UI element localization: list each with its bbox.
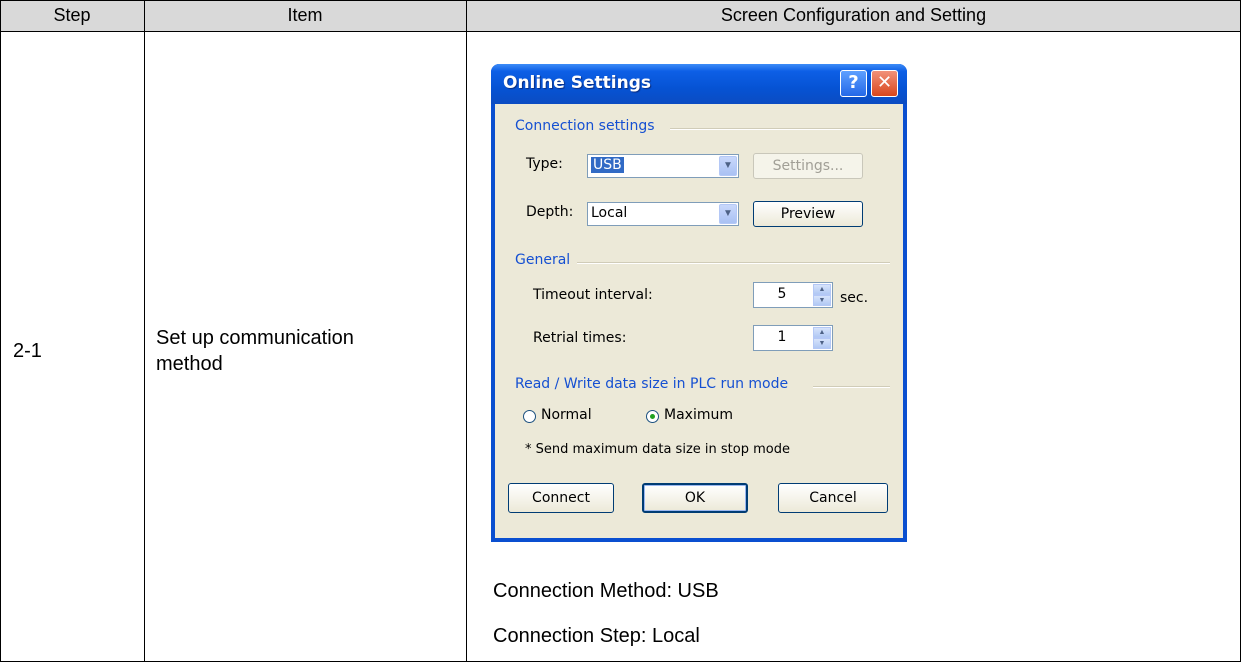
header-screen-config: Screen Configuration and Setting — [466, 0, 1241, 30]
radio-normal[interactable] — [523, 410, 536, 423]
help-icon[interactable]: ? — [840, 70, 867, 97]
preview-button[interactable]: Preview — [753, 201, 863, 227]
header-step: Step — [0, 0, 144, 30]
retrial-times-label: Retrial times: — [533, 330, 627, 346]
depth-combobox[interactable]: Local ▼ — [587, 202, 739, 226]
retrial-times-value: 1 — [777, 329, 787, 345]
arrow-up-icon[interactable]: ▲ — [813, 284, 831, 295]
type-label: Type: — [526, 156, 563, 172]
timeout-interval-label: Timeout interval: — [533, 287, 653, 303]
table-border-top — [0, 0, 1241, 1]
general-separator — [577, 262, 890, 264]
arrow-down-icon[interactable]: ▼ — [813, 295, 831, 306]
connect-button[interactable]: Connect — [508, 483, 614, 513]
arrow-down-icon[interactable]: ▼ — [813, 338, 831, 349]
table-border-left — [0, 0, 1, 662]
type-combobox-value: USB — [591, 157, 624, 173]
connection-settings-separator — [670, 128, 890, 130]
general-heading: General — [515, 252, 571, 268]
timeout-interval-spinner[interactable]: 5 ▲ ▼ — [753, 282, 833, 308]
dialog-titlebar[interactable]: Online Settings ? ✕ — [491, 64, 907, 104]
ok-button[interactable]: OK — [642, 483, 748, 513]
note-connection-method: Connection Method: USB — [493, 580, 719, 602]
dialog-client-area: Connection settings Type: USB ▼ Settings… — [495, 104, 903, 538]
dialog-title: Online Settings — [503, 73, 652, 93]
chevron-down-icon[interactable]: ▼ — [719, 204, 737, 224]
item-description-line-2: method — [156, 353, 223, 375]
radio-normal-label: Normal — [541, 407, 592, 423]
connection-settings-heading: Connection settings — [515, 118, 655, 134]
chevron-down-icon[interactable]: ▼ — [719, 156, 737, 176]
note-connection-step: Connection Step: Local — [493, 625, 700, 647]
table-col-divider-2 — [466, 0, 467, 662]
rw-mode-note: * Send maximum data size in stop mode — [525, 442, 790, 457]
table-col-divider-1 — [144, 0, 145, 662]
depth-combobox-value: Local — [591, 205, 628, 221]
table-header-divider — [0, 31, 1241, 32]
depth-label: Depth: — [526, 204, 574, 220]
close-icon[interactable]: ✕ — [871, 70, 898, 97]
arrow-up-icon[interactable]: ▲ — [813, 327, 831, 338]
radio-maximum-label: Maximum — [664, 407, 733, 423]
header-item: Item — [144, 0, 466, 30]
online-settings-dialog: Online Settings ? ✕ Connection settings … — [491, 64, 907, 542]
item-description-line-1: Set up communication — [156, 327, 354, 349]
retrial-times-spinner[interactable]: 1 ▲ ▼ — [753, 325, 833, 351]
cancel-button[interactable]: Cancel — [778, 483, 888, 513]
timeout-unit: sec. — [840, 290, 869, 306]
timeout-interval-value: 5 — [777, 286, 787, 302]
step-number: 2-1 — [13, 340, 42, 362]
type-combobox[interactable]: USB ▼ — [587, 154, 739, 178]
rw-mode-heading: Read / Write data size in PLC run mode — [515, 376, 789, 392]
radio-maximum[interactable] — [646, 410, 659, 423]
settings-button[interactable]: Settings... — [753, 153, 863, 179]
rw-mode-separator — [813, 386, 890, 388]
